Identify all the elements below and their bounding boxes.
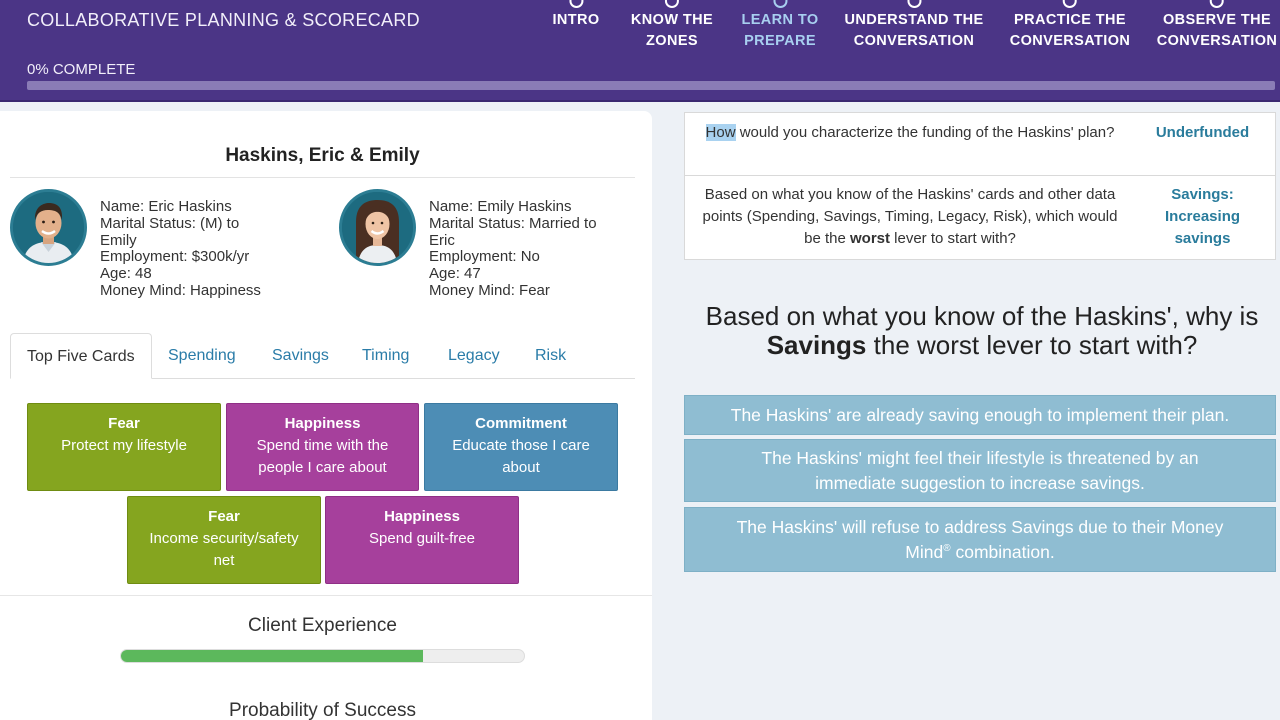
answer-option-text: The Haskins' are already saving enough t… xyxy=(730,405,1230,425)
step-navigation: INTRO KNOW THE ZONES LEARN TO PREPARE UN… xyxy=(0,0,1280,80)
qa-question: Based on what you know of the Haskins' c… xyxy=(685,184,1135,250)
detail-line: Age: 47 xyxy=(429,265,481,283)
card-title: Fear xyxy=(108,415,140,432)
card-title: Fear xyxy=(208,508,240,525)
man-portrait-icon xyxy=(13,192,84,263)
qa-answer: Underfunded xyxy=(1155,124,1250,141)
tab-legacy[interactable]: Legacy xyxy=(448,333,500,379)
registered-mark: ® xyxy=(943,543,951,555)
step-label: PREPARE xyxy=(744,33,816,49)
step-dot-icon xyxy=(1062,0,1077,8)
detail-line: Name: Eric Haskins xyxy=(100,198,232,215)
qa-question-emphasis: worst xyxy=(849,230,890,247)
avatar-emily xyxy=(339,189,416,266)
value-card: Fear Income security/safety net xyxy=(127,496,321,584)
qa-row: Based on what you know of the Haskins' c… xyxy=(685,176,1275,260)
value-card: Fear Protect my lifestyle xyxy=(27,403,221,491)
step-label: CONVERSATION xyxy=(1156,33,1278,49)
step-label: OBSERVE THE xyxy=(1162,12,1272,28)
current-question: Based on what you know of the Haskins', … xyxy=(684,302,1280,360)
detail-line: Age: 48 xyxy=(100,265,152,283)
answer-option-text: The Haskins' might feel their lifestyle … xyxy=(761,448,1199,493)
card-text: Spend time with the people I care about xyxy=(256,437,389,476)
step-label: CONVERSATION xyxy=(1009,33,1131,49)
step-dot-icon xyxy=(772,0,787,8)
qa-question-text: lever to start with? xyxy=(890,230,1016,247)
app-header: COLLABORATIVE PLANNING & SCORECARD INTRO… xyxy=(0,0,1280,102)
answer-option-text: combination. xyxy=(950,542,1055,562)
step-label: LEARN TO xyxy=(741,12,819,28)
divider xyxy=(0,595,652,596)
highlighted-text: How xyxy=(705,124,736,141)
detail-line: Money Mind: Fear xyxy=(429,281,550,299)
step-label: UNDERSTAND THE xyxy=(844,12,984,28)
card-title: Happiness xyxy=(384,508,460,525)
step-intro[interactable]: INTRO xyxy=(552,0,599,31)
card-text: Spend guilt-free xyxy=(369,530,475,547)
tab-savings[interactable]: Savings xyxy=(272,333,329,379)
tab-risk[interactable]: Risk xyxy=(535,333,566,379)
question-text: Based on what you know of the Haskins', … xyxy=(705,301,1259,331)
progress-bar xyxy=(27,81,1275,90)
step-observe-the-conversation[interactable]: OBSERVE THE CONVERSATION xyxy=(1157,0,1278,52)
client-experience-label: Client Experience xyxy=(248,615,397,636)
step-label: PRACTICE THE xyxy=(1014,12,1126,28)
value-card: Happiness Spend guilt-free xyxy=(325,496,519,584)
step-practice-the-conversation[interactable]: PRACTICE THE CONVERSATION xyxy=(1010,0,1131,52)
step-dot-icon xyxy=(907,0,921,8)
card-title: Happiness xyxy=(284,415,361,432)
question-text: the worst lever to start with? xyxy=(866,330,1198,360)
detail-line: Eric xyxy=(429,231,455,249)
detail-line: Marital Status: (M) to xyxy=(100,214,240,232)
step-dot-icon xyxy=(664,0,679,8)
detail-line: Employment: No xyxy=(429,248,540,266)
divider xyxy=(10,177,635,178)
detail-line: Employment: $300k/yr xyxy=(100,248,250,266)
probability-of-success-label: Probability of Success xyxy=(229,700,416,720)
client-experience-bar-fill xyxy=(121,650,424,662)
tab-top-five-cards[interactable]: Top Five Cards xyxy=(10,333,152,379)
person-details-emily: Name: Emily Haskins Marital Status: Marr… xyxy=(429,198,629,300)
qa-answer: Savings: Increasing savings xyxy=(1164,186,1241,247)
client-experience-bar xyxy=(120,649,525,663)
woman-portrait-icon xyxy=(342,192,413,263)
detail-line: Name: Emily Haskins xyxy=(429,198,572,215)
step-learn-to-prepare[interactable]: LEARN TO PREPARE xyxy=(741,0,818,52)
client-profile-panel: Haskins, Eric & Emily Name: Eric Haskins… xyxy=(0,111,652,720)
tab-spending[interactable]: Spending xyxy=(168,333,236,379)
progress-label: 0% COMPLETE xyxy=(27,61,136,78)
qa-row: How would you characterize the funding o… xyxy=(685,113,1275,176)
card-text: Protect my lifestyle xyxy=(61,437,187,454)
detail-line: Marital Status: Married to xyxy=(429,214,597,232)
answer-option[interactable]: The Haskins' will refuse to address Savi… xyxy=(684,507,1276,572)
client-name-heading: Haskins, Eric & Emily xyxy=(225,145,420,166)
card-title: Commitment xyxy=(475,415,567,432)
qa-summary-table: How would you characterize the funding o… xyxy=(684,112,1276,260)
step-dot-icon xyxy=(1209,0,1224,8)
detail-line: Money Mind: Happiness xyxy=(100,281,261,299)
profile-tabs: Top Five Cards Spending Savings Timing L… xyxy=(10,333,635,379)
tab-timing[interactable]: Timing xyxy=(362,333,409,379)
person-details-eric: Name: Eric Haskins Marital Status: (M) t… xyxy=(100,198,300,300)
step-know-the-zones[interactable]: KNOW THE ZONES xyxy=(631,0,713,52)
step-label: KNOW THE xyxy=(630,12,714,28)
step-label: INTRO xyxy=(552,12,600,28)
answer-option[interactable]: The Haskins' might feel their lifestyle … xyxy=(684,439,1276,502)
step-dot-icon xyxy=(568,0,583,8)
qa-question-text: would you characterize the funding of th… xyxy=(735,124,1115,141)
qa-question: How would you characterize the funding o… xyxy=(685,122,1135,144)
value-card: Happiness Spend time with the people I c… xyxy=(226,403,419,491)
step-label: ZONES xyxy=(646,33,698,49)
avatar-eric xyxy=(10,189,87,266)
answer-option[interactable]: The Haskins' are already saving enough t… xyxy=(684,395,1276,435)
card-text: Income security/safety net xyxy=(149,530,299,569)
card-text: Educate those I care about xyxy=(452,437,590,476)
detail-line: Emily xyxy=(100,231,137,249)
step-label: CONVERSATION xyxy=(853,33,975,49)
question-emphasis: Savings xyxy=(766,330,867,360)
step-understand-the-conversation[interactable]: UNDERSTAND THE CONVERSATION xyxy=(844,0,983,52)
value-card: Commitment Educate those I care about xyxy=(424,403,618,491)
